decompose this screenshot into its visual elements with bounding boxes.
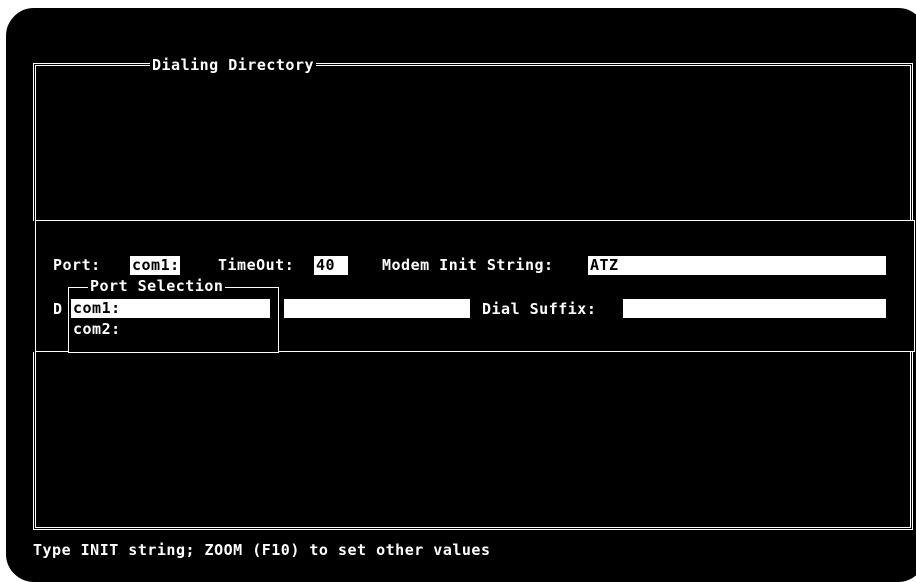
timeout-field[interactable]: 40 — [314, 256, 348, 275]
dial-suffix-field[interactable] — [623, 299, 886, 318]
modem-init-label: Modem Init String: — [382, 256, 554, 274]
port-label: Port: — [53, 256, 101, 274]
timeout-label: TimeOut: — [218, 256, 295, 274]
directory-bottom-panel — [33, 352, 913, 530]
dialing-directory-title: Dialing Directory — [150, 56, 317, 74]
port-option-com1[interactable]: com1: — [71, 299, 270, 318]
status-bar: Type INIT string; ZOOM (F10) to set othe… — [33, 541, 491, 559]
port-selection-title: Port Selection — [88, 277, 226, 295]
directory-top-panel — [33, 63, 913, 221]
port-option-com2[interactable]: com2: — [73, 320, 121, 338]
dial-suffix-label: Dial Suffix: — [482, 300, 597, 318]
terminal-screen: Dialing Directory Port: com1: TimeOut: 4… — [0, 0, 916, 572]
modem-init-field[interactable]: ATZ — [588, 256, 886, 275]
dial-prefix-field[interactable] — [284, 299, 470, 318]
port-field[interactable]: com1: — [130, 256, 180, 275]
dial-prefix-label: D — [53, 300, 63, 318]
